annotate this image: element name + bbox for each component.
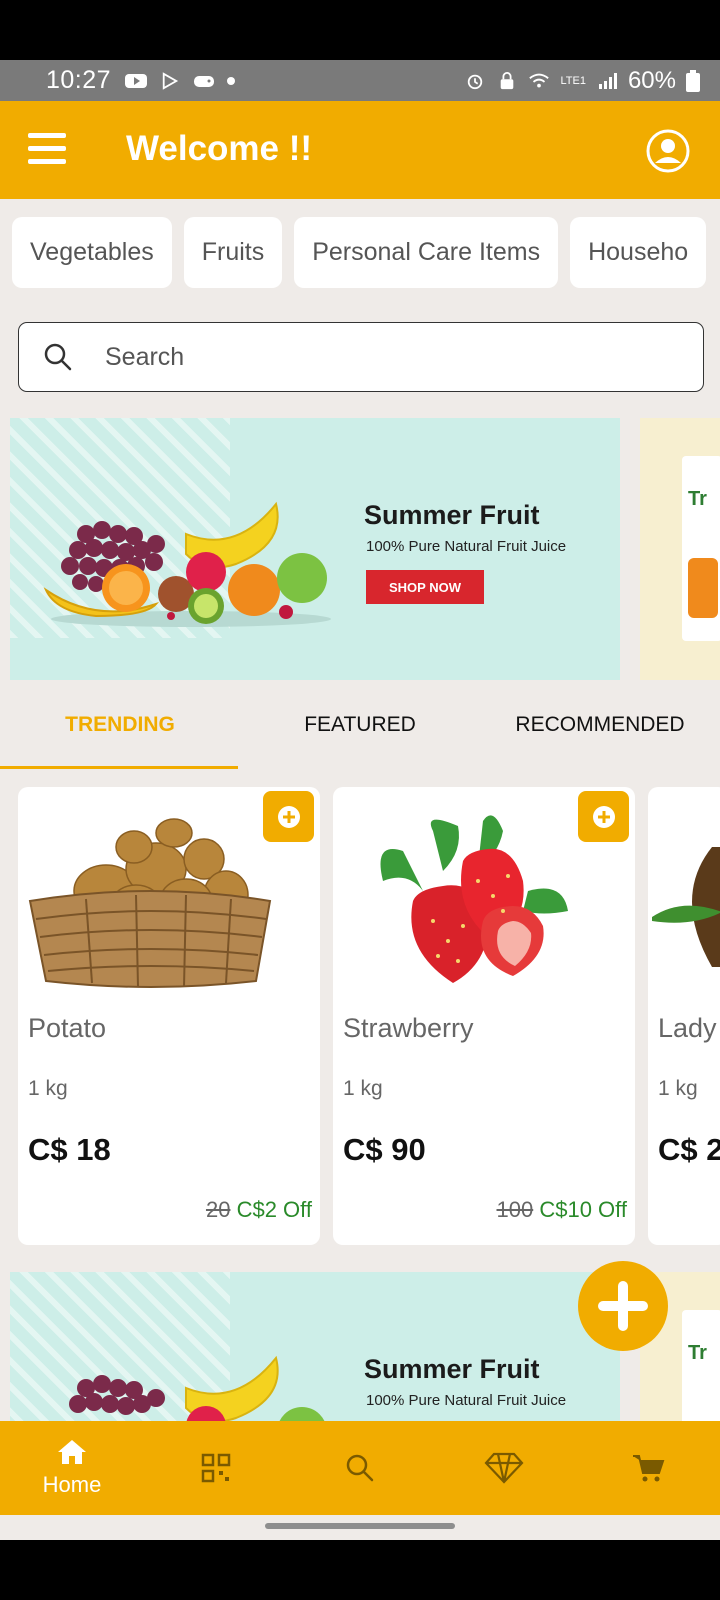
tab-featured[interactable]: FEATURED bbox=[240, 689, 480, 761]
promo-banner-second[interactable]: Summer Fruit 100% Pure Natural Fruit Jui… bbox=[10, 1272, 620, 1421]
add-to-cart-button[interactable] bbox=[578, 791, 629, 842]
banner-title: Summer Fruit bbox=[364, 1354, 540, 1384]
qr-code-icon bbox=[201, 1453, 231, 1483]
fruit-basket-image bbox=[69, 1355, 325, 1421]
juice-brand-text: Tr bbox=[688, 488, 707, 510]
category-row: Vegetables Fruits Personal Care Items Ho… bbox=[12, 217, 707, 288]
juice-orange-graphic bbox=[688, 558, 718, 618]
strawberry-image bbox=[380, 815, 568, 983]
product-price: C$ 90 bbox=[343, 1132, 426, 1167]
plus-icon bbox=[598, 1281, 648, 1331]
home-icon bbox=[58, 1440, 86, 1464]
nav-home[interactable]: Home bbox=[22, 1421, 122, 1515]
nav-qr-scan[interactable] bbox=[166, 1421, 266, 1515]
product-discount: 100 C$10 Off bbox=[497, 1197, 628, 1223]
category-chip-fruits[interactable]: Fruits bbox=[183, 217, 283, 288]
product-name: Lady bbox=[658, 1013, 717, 1043]
main-content: Vegetables Fruits Personal Care Items Ho… bbox=[0, 199, 720, 1421]
discount-amount: C$10 Off bbox=[539, 1197, 627, 1222]
nav-cart[interactable] bbox=[598, 1421, 698, 1515]
menu-button[interactable] bbox=[28, 133, 68, 165]
add-to-cart-button[interactable] bbox=[263, 791, 314, 842]
top-screen-border bbox=[0, 0, 720, 60]
banner-subtitle: 100% Pure Natural Fruit Juice bbox=[366, 1392, 567, 1409]
category-chip-vegetables[interactable]: Vegetables bbox=[12, 217, 172, 288]
status-bar: 10:27 LTE1 60% bbox=[0, 60, 720, 101]
game-icon bbox=[194, 75, 215, 87]
bottom-screen-border bbox=[0, 1540, 720, 1600]
search-input[interactable] bbox=[105, 342, 665, 372]
product-card-potato[interactable]: Potato 1 kg C$ 18 20 C$2 Off bbox=[18, 787, 320, 1245]
discount-amount: C$2 Off bbox=[236, 1197, 312, 1222]
promo-banner-next[interactable]: Tr bbox=[640, 418, 720, 680]
battery-percent: 60% bbox=[627, 66, 676, 94]
battery-icon bbox=[686, 69, 700, 92]
signal-icon bbox=[598, 72, 617, 89]
menu-bar bbox=[28, 159, 66, 164]
youtube-icon bbox=[125, 73, 148, 88]
nav-search[interactable] bbox=[310, 1421, 410, 1515]
floating-add-button[interactable] bbox=[578, 1261, 668, 1351]
add-circle-icon bbox=[277, 805, 300, 828]
old-price: 20 bbox=[205, 1197, 231, 1222]
active-tab-indicator bbox=[0, 766, 238, 769]
diamond-icon bbox=[484, 1452, 524, 1484]
alarm-icon bbox=[468, 74, 483, 89]
gesture-area bbox=[0, 1515, 720, 1540]
search-icon bbox=[44, 343, 72, 371]
promo-banner[interactable]: Summer Fruit 100% Pure Natural Fruit Jui… bbox=[10, 418, 620, 680]
add-circle-icon bbox=[592, 805, 615, 828]
product-price: C$ 18 bbox=[28, 1132, 111, 1167]
product-quantity: 1 kg bbox=[658, 1077, 698, 1100]
shop-now-button[interactable]: SHOP NOW bbox=[366, 570, 484, 604]
dot-icon bbox=[227, 76, 236, 85]
banner-title: Summer Fruit bbox=[364, 500, 540, 530]
app-bar: Welcome !! bbox=[0, 101, 720, 199]
cart-icon bbox=[633, 1455, 665, 1482]
tab-recommended[interactable]: RECOMMENDED bbox=[480, 689, 720, 761]
banner-subtitle: 100% Pure Natural Fruit Juice bbox=[366, 538, 567, 555]
category-chip-household[interactable]: Househo bbox=[570, 217, 707, 288]
network-label: LTE1 bbox=[560, 74, 586, 87]
play-store-icon bbox=[162, 71, 179, 90]
search-bar[interactable] bbox=[18, 322, 704, 392]
menu-bar bbox=[28, 146, 66, 151]
juice-brand-text: Tr bbox=[688, 1342, 707, 1364]
product-name: Potato bbox=[28, 1013, 107, 1043]
status-time: 10:27 bbox=[46, 66, 112, 94]
fruit-basket-image bbox=[43, 501, 331, 627]
old-price: 100 bbox=[496, 1197, 534, 1222]
nav-premium[interactable] bbox=[454, 1421, 554, 1515]
product-name: Strawberry bbox=[343, 1013, 474, 1043]
wifi-icon bbox=[529, 73, 550, 87]
product-card-strawberry[interactable]: Strawberry 1 kg C$ 90 100 C$10 Off bbox=[333, 787, 635, 1245]
product-price: C$ 2 bbox=[658, 1132, 720, 1167]
profile-icon[interactable] bbox=[646, 129, 690, 173]
category-chip-personal-care[interactable]: Personal Care Items bbox=[294, 217, 559, 288]
lock-icon bbox=[501, 71, 514, 89]
potato-image bbox=[28, 818, 272, 988]
nav-home-label: Home bbox=[42, 1472, 102, 1497]
product-quantity: 1 kg bbox=[28, 1077, 68, 1100]
search-icon bbox=[346, 1454, 374, 1482]
product-discount: 20 C$2 Off bbox=[206, 1197, 312, 1223]
lady-finger-image bbox=[652, 847, 720, 967]
tab-trending[interactable]: TRENDING bbox=[0, 689, 240, 761]
juice-carton-image bbox=[682, 1310, 720, 1421]
product-card-lady-finger[interactable]: Lady 1 kg C$ 2 bbox=[648, 787, 720, 1245]
menu-bar bbox=[28, 133, 66, 138]
page-title: Welcome !! bbox=[126, 129, 313, 168]
product-tabs: TRENDING FEATURED RECOMMENDED bbox=[0, 689, 720, 761]
home-gesture-bar[interactable] bbox=[265, 1523, 455, 1529]
product-quantity: 1 kg bbox=[343, 1077, 383, 1100]
bottom-navigation: Home bbox=[0, 1421, 720, 1515]
